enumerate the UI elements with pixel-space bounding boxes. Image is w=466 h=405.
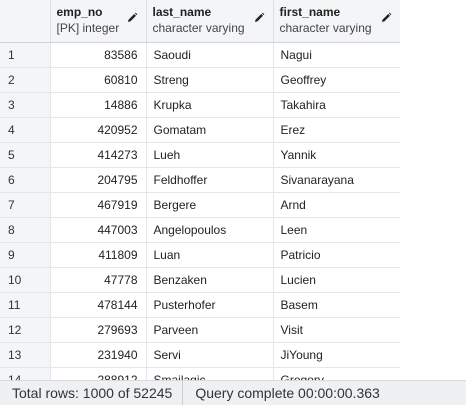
cell-last-name[interactable]: Lueh	[146, 142, 274, 168]
table-row[interactable]: 1 83586 Saoudi Nagui	[0, 42, 401, 68]
data-table: emp_no [PK] integer last_name character …	[0, 0, 401, 380]
cell-last-name[interactable]: Pusterhofer	[146, 292, 274, 318]
row-number[interactable]: 12	[0, 317, 51, 343]
cell-first-name[interactable]: Gregory	[273, 367, 401, 380]
cell-first-name[interactable]: Patricio	[273, 242, 401, 268]
cell-first-name[interactable]: JiYoung	[273, 342, 401, 368]
column-name: first_name	[279, 5, 341, 19]
table-row[interactable]: 3 14886 Krupka Takahira	[0, 92, 401, 118]
table-row[interactable]: 12 279693 Parveen Visit	[0, 317, 401, 343]
row-number[interactable]: 8	[0, 217, 51, 243]
row-number[interactable]: 9	[0, 242, 51, 268]
cell-emp-no[interactable]: 60810	[50, 67, 147, 93]
column-name: last_name	[152, 5, 212, 19]
cell-last-name[interactable]: Parveen	[146, 317, 274, 343]
query-status: Query complete 00:00:00.363	[195, 385, 380, 401]
row-number[interactable]: 6	[0, 167, 51, 193]
cell-first-name[interactable]: Basem	[273, 292, 401, 318]
cell-emp-no[interactable]: 204795	[50, 167, 147, 193]
cell-first-name[interactable]: Geoffrey	[273, 67, 401, 93]
table-row[interactable]: 11 478144 Pusterhofer Basem	[0, 292, 401, 318]
table-row[interactable]: 4 420952 Gomatam Erez	[0, 117, 401, 143]
table-row[interactable]: 5 414273 Lueh Yannik	[0, 142, 401, 168]
cell-first-name[interactable]: Nagui	[273, 42, 401, 68]
cell-emp-no[interactable]: 14886	[50, 92, 147, 118]
cell-last-name[interactable]: Krupka	[146, 92, 274, 118]
cell-emp-no[interactable]: 83586	[50, 42, 147, 68]
cell-emp-no[interactable]: 420952	[50, 117, 147, 143]
grid-empty-area	[400, 0, 466, 380]
cell-last-name[interactable]: Bergere	[146, 192, 274, 218]
row-number[interactable]: 7	[0, 192, 51, 218]
row-number-header[interactable]	[0, 0, 51, 43]
pencil-icon[interactable]	[126, 12, 138, 24]
column-type: character varying	[279, 21, 372, 35]
table-row[interactable]: 14 288912 Smailagic Gregory	[0, 367, 401, 380]
table-row[interactable]: 13 231940 Servi JiYoung	[0, 342, 401, 368]
row-number[interactable]: 5	[0, 142, 51, 168]
column-header-last-name[interactable]: last_name character varying	[146, 0, 274, 43]
header-row: emp_no [PK] integer last_name character …	[0, 0, 401, 43]
cell-first-name[interactable]: Arnd	[273, 192, 401, 218]
cell-emp-no[interactable]: 414273	[50, 142, 147, 168]
row-number[interactable]: 4	[0, 117, 51, 143]
column-type: character varying	[152, 21, 245, 35]
cell-last-name[interactable]: Gomatam	[146, 117, 274, 143]
cell-last-name[interactable]: Feldhoffer	[146, 167, 274, 193]
row-number[interactable]: 2	[0, 67, 51, 93]
cell-last-name[interactable]: Streng	[146, 67, 274, 93]
pencil-icon[interactable]	[253, 12, 265, 24]
row-number[interactable]: 1	[0, 42, 51, 68]
cell-first-name[interactable]: Leen	[273, 217, 401, 243]
cell-first-name[interactable]: Erez	[273, 117, 401, 143]
pencil-icon[interactable]	[380, 12, 392, 24]
table-row[interactable]: 6 204795 Feldhoffer Sivanarayana	[0, 167, 401, 193]
cell-emp-no[interactable]: 447003	[50, 217, 147, 243]
cell-last-name[interactable]: Saoudi	[146, 42, 274, 68]
cell-first-name[interactable]: Lucien	[273, 267, 401, 293]
cell-emp-no[interactable]: 288912	[50, 367, 147, 380]
column-header-emp-no[interactable]: emp_no [PK] integer	[50, 0, 147, 43]
cell-first-name[interactable]: Sivanarayana	[273, 167, 401, 193]
table-row[interactable]: 2 60810 Streng Geoffrey	[0, 67, 401, 93]
cell-last-name[interactable]: Benzaken	[146, 267, 274, 293]
table-row[interactable]: 7 467919 Bergere Arnd	[0, 192, 401, 218]
cell-last-name[interactable]: Servi	[146, 342, 274, 368]
table-row[interactable]: 9 411809 Luan Patricio	[0, 242, 401, 268]
cell-emp-no[interactable]: 279693	[50, 317, 147, 343]
cell-emp-no[interactable]: 467919	[50, 192, 147, 218]
total-rows-status: Total rows: 1000 of 52245	[0, 381, 184, 405]
cell-emp-no[interactable]: 411809	[50, 242, 147, 268]
cell-first-name[interactable]: Takahira	[273, 92, 401, 118]
row-number[interactable]: 13	[0, 342, 51, 368]
status-bar: Total rows: 1000 of 52245 Query complete…	[0, 380, 466, 405]
cell-last-name[interactable]: Smailagic	[146, 367, 274, 380]
cell-emp-no[interactable]: 478144	[50, 292, 147, 318]
cell-last-name[interactable]: Luan	[146, 242, 274, 268]
row-number[interactable]: 10	[0, 267, 51, 293]
results-grid: emp_no [PK] integer last_name character …	[0, 0, 466, 380]
cell-emp-no[interactable]: 231940	[50, 342, 147, 368]
cell-emp-no[interactable]: 47778	[50, 267, 147, 293]
column-header-first-name[interactable]: first_name character varying	[273, 0, 401, 43]
row-number[interactable]: 14	[0, 367, 51, 380]
table-row[interactable]: 10 47778 Benzaken Lucien	[0, 267, 401, 293]
cell-last-name[interactable]: Angelopoulos	[146, 217, 274, 243]
cell-first-name[interactable]: Yannik	[273, 142, 401, 168]
row-number[interactable]: 11	[0, 292, 51, 318]
table-row[interactable]: 8 447003 Angelopoulos Leen	[0, 217, 401, 243]
cell-first-name[interactable]: Visit	[273, 317, 401, 343]
row-number[interactable]: 3	[0, 92, 51, 118]
